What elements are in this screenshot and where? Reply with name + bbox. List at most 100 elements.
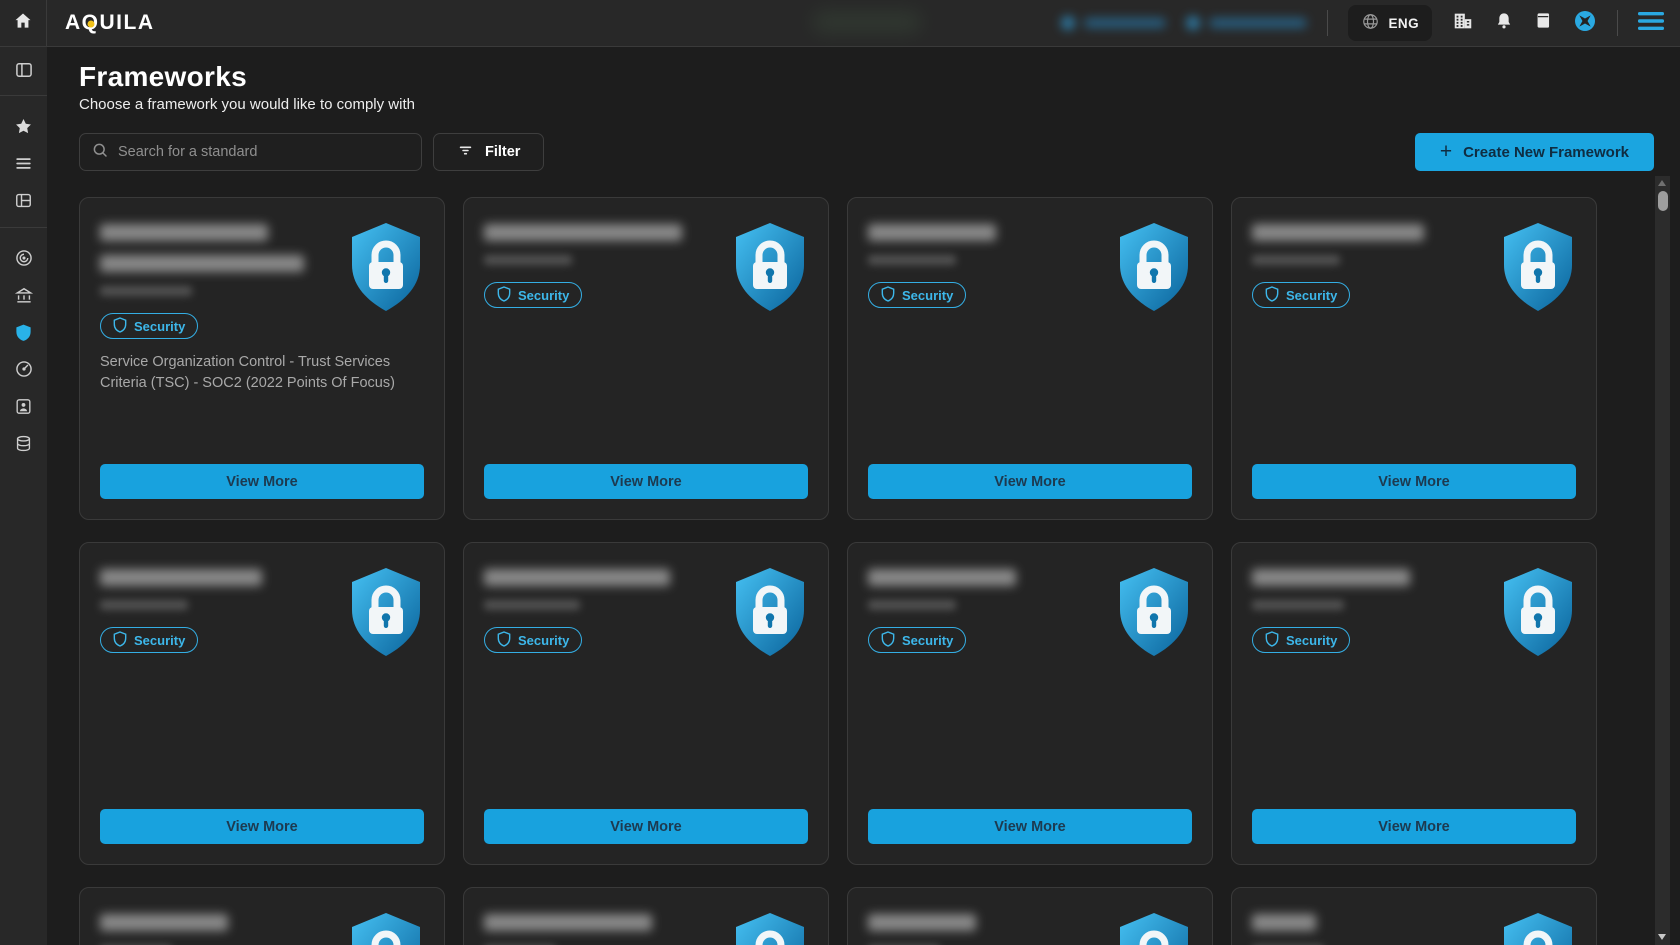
create-framework-button[interactable]: + Create New Framework	[1415, 133, 1654, 171]
database-icon	[14, 434, 33, 458]
app-logo: AQUILAAQUILA	[65, 11, 155, 35]
security-badge: Security	[484, 627, 582, 653]
topbar-right-cluster: ENG	[1061, 5, 1680, 41]
framework-controls-count-redacted	[484, 600, 580, 610]
sidebar	[0, 47, 47, 945]
badge-shield-icon	[113, 631, 127, 650]
badge-label: Security	[134, 319, 185, 334]
framework-shield-lock-icon	[1500, 221, 1576, 313]
framework-title-redacted	[1252, 569, 1488, 586]
framework-card: Security View More	[463, 197, 829, 520]
docs-button[interactable]	[1534, 11, 1553, 35]
framework-title-redacted	[100, 569, 336, 586]
framework-shield-lock-icon	[1116, 911, 1192, 945]
sidebar-item-list[interactable]	[0, 147, 47, 184]
badge-label: Security	[134, 633, 185, 648]
sidebar-group-quick	[0, 110, 47, 221]
view-more-button[interactable]: View More	[1252, 809, 1576, 844]
framework-title-redacted	[1252, 914, 1488, 931]
badge-shield-icon	[1265, 631, 1279, 650]
sidebar-item-favorites[interactable]	[0, 110, 47, 147]
notifications-button[interactable]	[1494, 11, 1514, 36]
divider	[1327, 10, 1328, 36]
scroll-up-arrow-icon[interactable]	[1658, 180, 1666, 186]
support-ball-icon	[1573, 9, 1597, 38]
framework-card: Security View More	[463, 542, 829, 865]
view-more-button[interactable]: View More	[484, 809, 808, 844]
framework-title-redacted	[868, 569, 1104, 586]
home-button[interactable]	[0, 0, 47, 46]
framework-title-redacted	[868, 914, 1104, 931]
scrollbar-thumb[interactable]	[1658, 191, 1668, 211]
security-badge: Security	[484, 282, 582, 308]
framework-controls-count-redacted	[484, 255, 572, 265]
search-icon	[91, 141, 109, 164]
redacted-dot-icon	[1186, 16, 1200, 30]
framework-card: Security View More	[847, 542, 1213, 865]
main-content: Frameworks Choose a framework you would …	[47, 47, 1680, 945]
institution-icon	[14, 285, 34, 310]
redacted-dot-icon	[1061, 16, 1075, 30]
menu-icon	[1638, 11, 1664, 36]
identity-badge-icon	[14, 397, 33, 421]
filter-icon	[457, 142, 474, 163]
badge-label: Security	[1286, 633, 1337, 648]
layout-icon	[14, 191, 33, 215]
framework-shield-lock-icon	[732, 566, 808, 658]
framework-shield-lock-icon	[1116, 221, 1192, 313]
framework-card-partial: Security View More	[847, 887, 1213, 945]
framework-controls-count-redacted	[868, 600, 956, 610]
app-body: Frameworks Choose a framework you would …	[0, 47, 1680, 945]
toolbar: Filter + Create New Framework	[79, 133, 1680, 171]
sidebar-item-layout[interactable]	[0, 184, 47, 221]
divider	[0, 227, 47, 228]
view-more-button[interactable]: View More	[868, 809, 1192, 844]
organization-icon	[1452, 10, 1474, 37]
search-input[interactable]	[118, 144, 410, 160]
framework-shield-lock-icon	[348, 221, 424, 313]
security-badge: Security	[100, 313, 198, 339]
framework-description: Service Organization Control - Trust Ser…	[100, 352, 424, 393]
view-more-button[interactable]: View More	[100, 809, 424, 844]
badge-label: Security	[1286, 288, 1337, 303]
support-button[interactable]	[1573, 9, 1597, 38]
scroll-down-arrow-icon[interactable]	[1658, 934, 1666, 940]
sidebar-item-frameworks[interactable]	[0, 316, 47, 353]
security-badge: Security	[1252, 627, 1350, 653]
view-more-button[interactable]: View More	[868, 464, 1192, 499]
divider	[1617, 10, 1618, 36]
badge-shield-icon	[881, 631, 895, 650]
language-selector[interactable]: ENG	[1348, 5, 1432, 41]
framework-controls-count-redacted	[868, 255, 956, 265]
organization-button[interactable]	[1452, 10, 1474, 37]
sidebar-group-modules	[0, 242, 47, 464]
sidebar-item-identity[interactable]	[0, 390, 47, 427]
main-menu-button[interactable]	[1638, 11, 1664, 36]
badge-label: Security	[518, 288, 569, 303]
sidebar-item-institution[interactable]	[0, 279, 47, 316]
sidebar-item-gauge[interactable]	[0, 353, 47, 390]
scrollbar[interactable]	[1655, 176, 1670, 945]
sidebar-item-panel[interactable]	[0, 51, 47, 93]
filter-button[interactable]: Filter	[433, 133, 544, 171]
view-more-button[interactable]: View More	[484, 464, 808, 499]
security-badge: Security	[100, 627, 198, 653]
framework-controls-count-redacted	[100, 286, 192, 296]
framework-controls-count-redacted	[1252, 255, 1340, 265]
view-more-button[interactable]: View More	[1252, 464, 1576, 499]
framework-card: Security View More	[79, 542, 445, 865]
framework-shield-lock-icon	[348, 911, 424, 945]
framework-card: Security View More	[1231, 542, 1597, 865]
docs-book-icon	[1534, 11, 1553, 35]
sidebar-item-database[interactable]	[0, 427, 47, 464]
framework-card: Security View More	[847, 197, 1213, 520]
framework-controls-count-redacted	[100, 600, 188, 610]
redacted-header-item-2[interactable]	[1186, 16, 1307, 30]
framework-card: Security View More	[1231, 197, 1597, 520]
view-more-button[interactable]: View More	[100, 464, 424, 499]
page-title: Frameworks	[79, 61, 1680, 93]
list-icon	[14, 154, 33, 178]
security-badge: Security	[868, 282, 966, 308]
redacted-header-item-1[interactable]	[1061, 16, 1166, 30]
sidebar-item-radar[interactable]	[0, 242, 47, 279]
